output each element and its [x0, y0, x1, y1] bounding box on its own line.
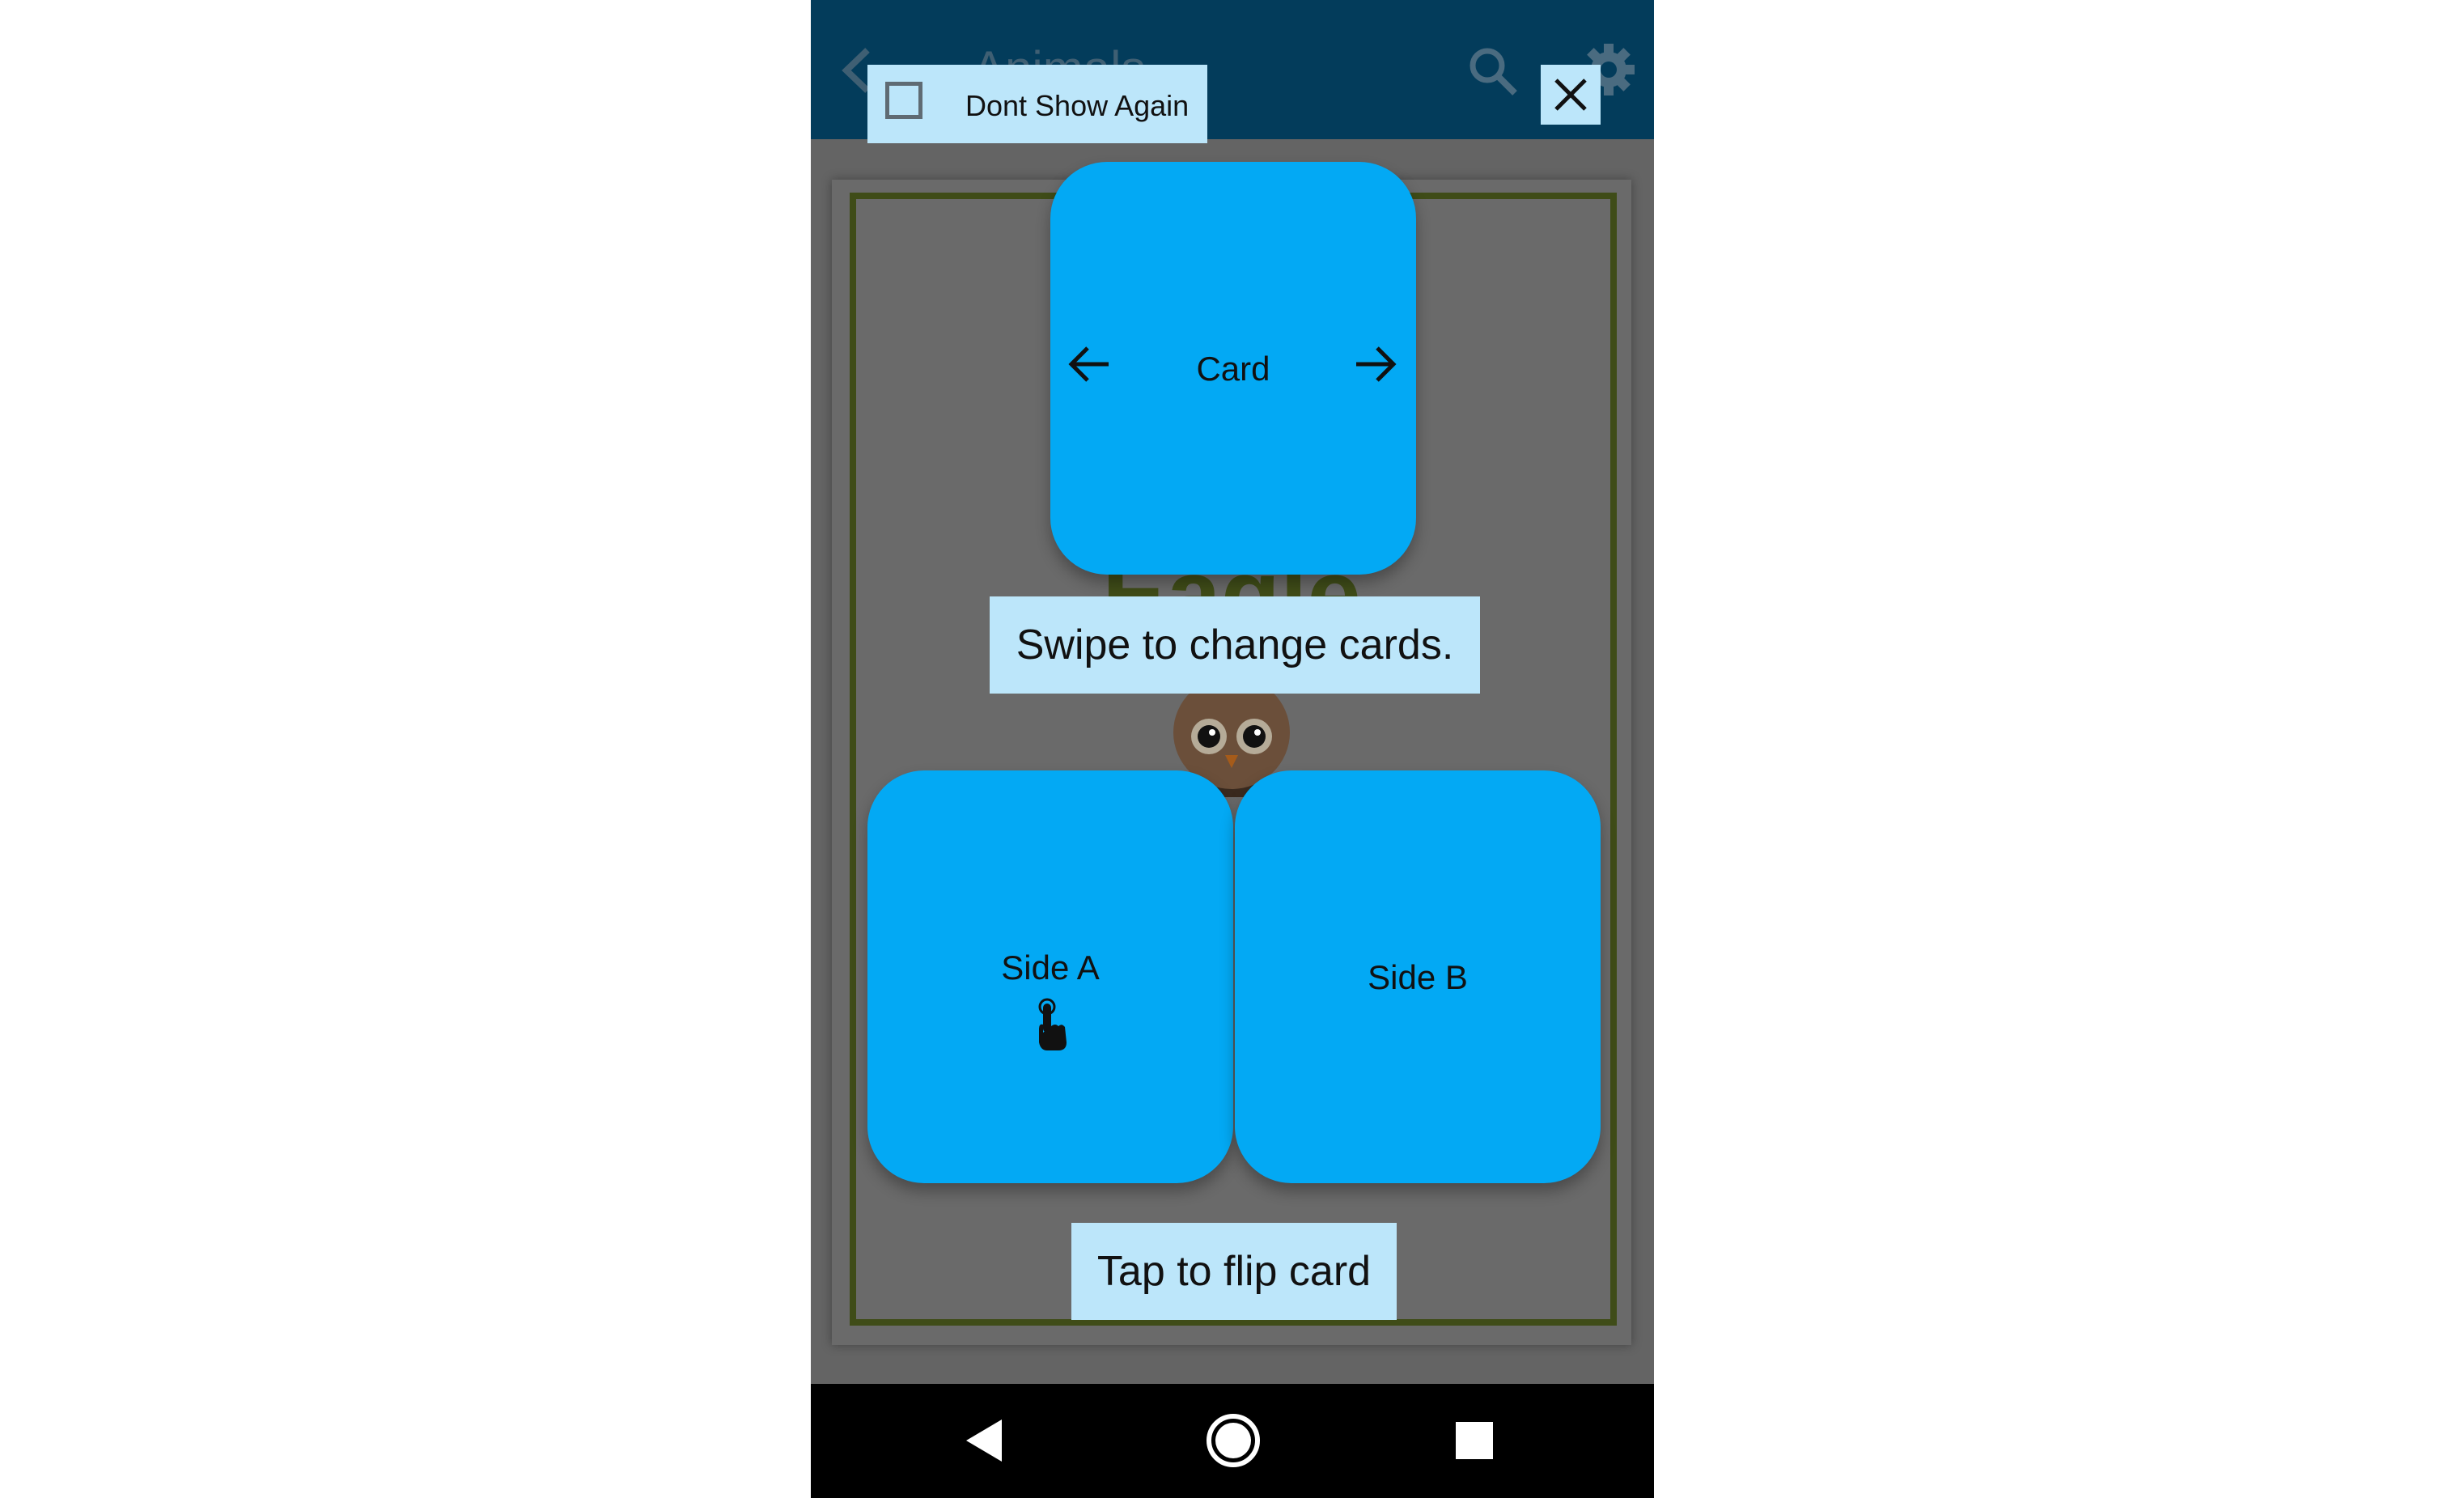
side-b-tile: Side B — [1235, 770, 1601, 1183]
swipe-hint: Swipe to change cards. — [990, 596, 1480, 694]
close-tutorial-button[interactable] — [1541, 65, 1601, 125]
phone-screen: Animals Eagle — [811, 0, 1654, 1498]
tap-hint: Tap to flip card — [1071, 1223, 1397, 1320]
nav-home-icon[interactable] — [1201, 1408, 1266, 1473]
nav-back-icon[interactable] — [955, 1408, 1020, 1473]
close-icon — [1554, 79, 1587, 111]
card-tile: Card — [1050, 162, 1416, 575]
search-icon[interactable] — [1466, 45, 1520, 98]
side-a-tile: Side A — [867, 770, 1233, 1183]
side-b-label: Side B — [1368, 958, 1468, 996]
dont-show-again-checkbox[interactable] — [885, 82, 922, 119]
dont-show-again-label: Dont Show Again — [965, 89, 1190, 122]
dont-show-again-bar[interactable]: Dont Show Again — [867, 65, 1207, 143]
nav-recent-icon[interactable] — [1442, 1408, 1507, 1473]
system-nav-bar — [811, 1384, 1654, 1498]
arrow-right-icon — [1356, 346, 1397, 382]
tap-hand-icon — [1038, 998, 1067, 1050]
side-a-label: Side A — [1001, 948, 1100, 987]
